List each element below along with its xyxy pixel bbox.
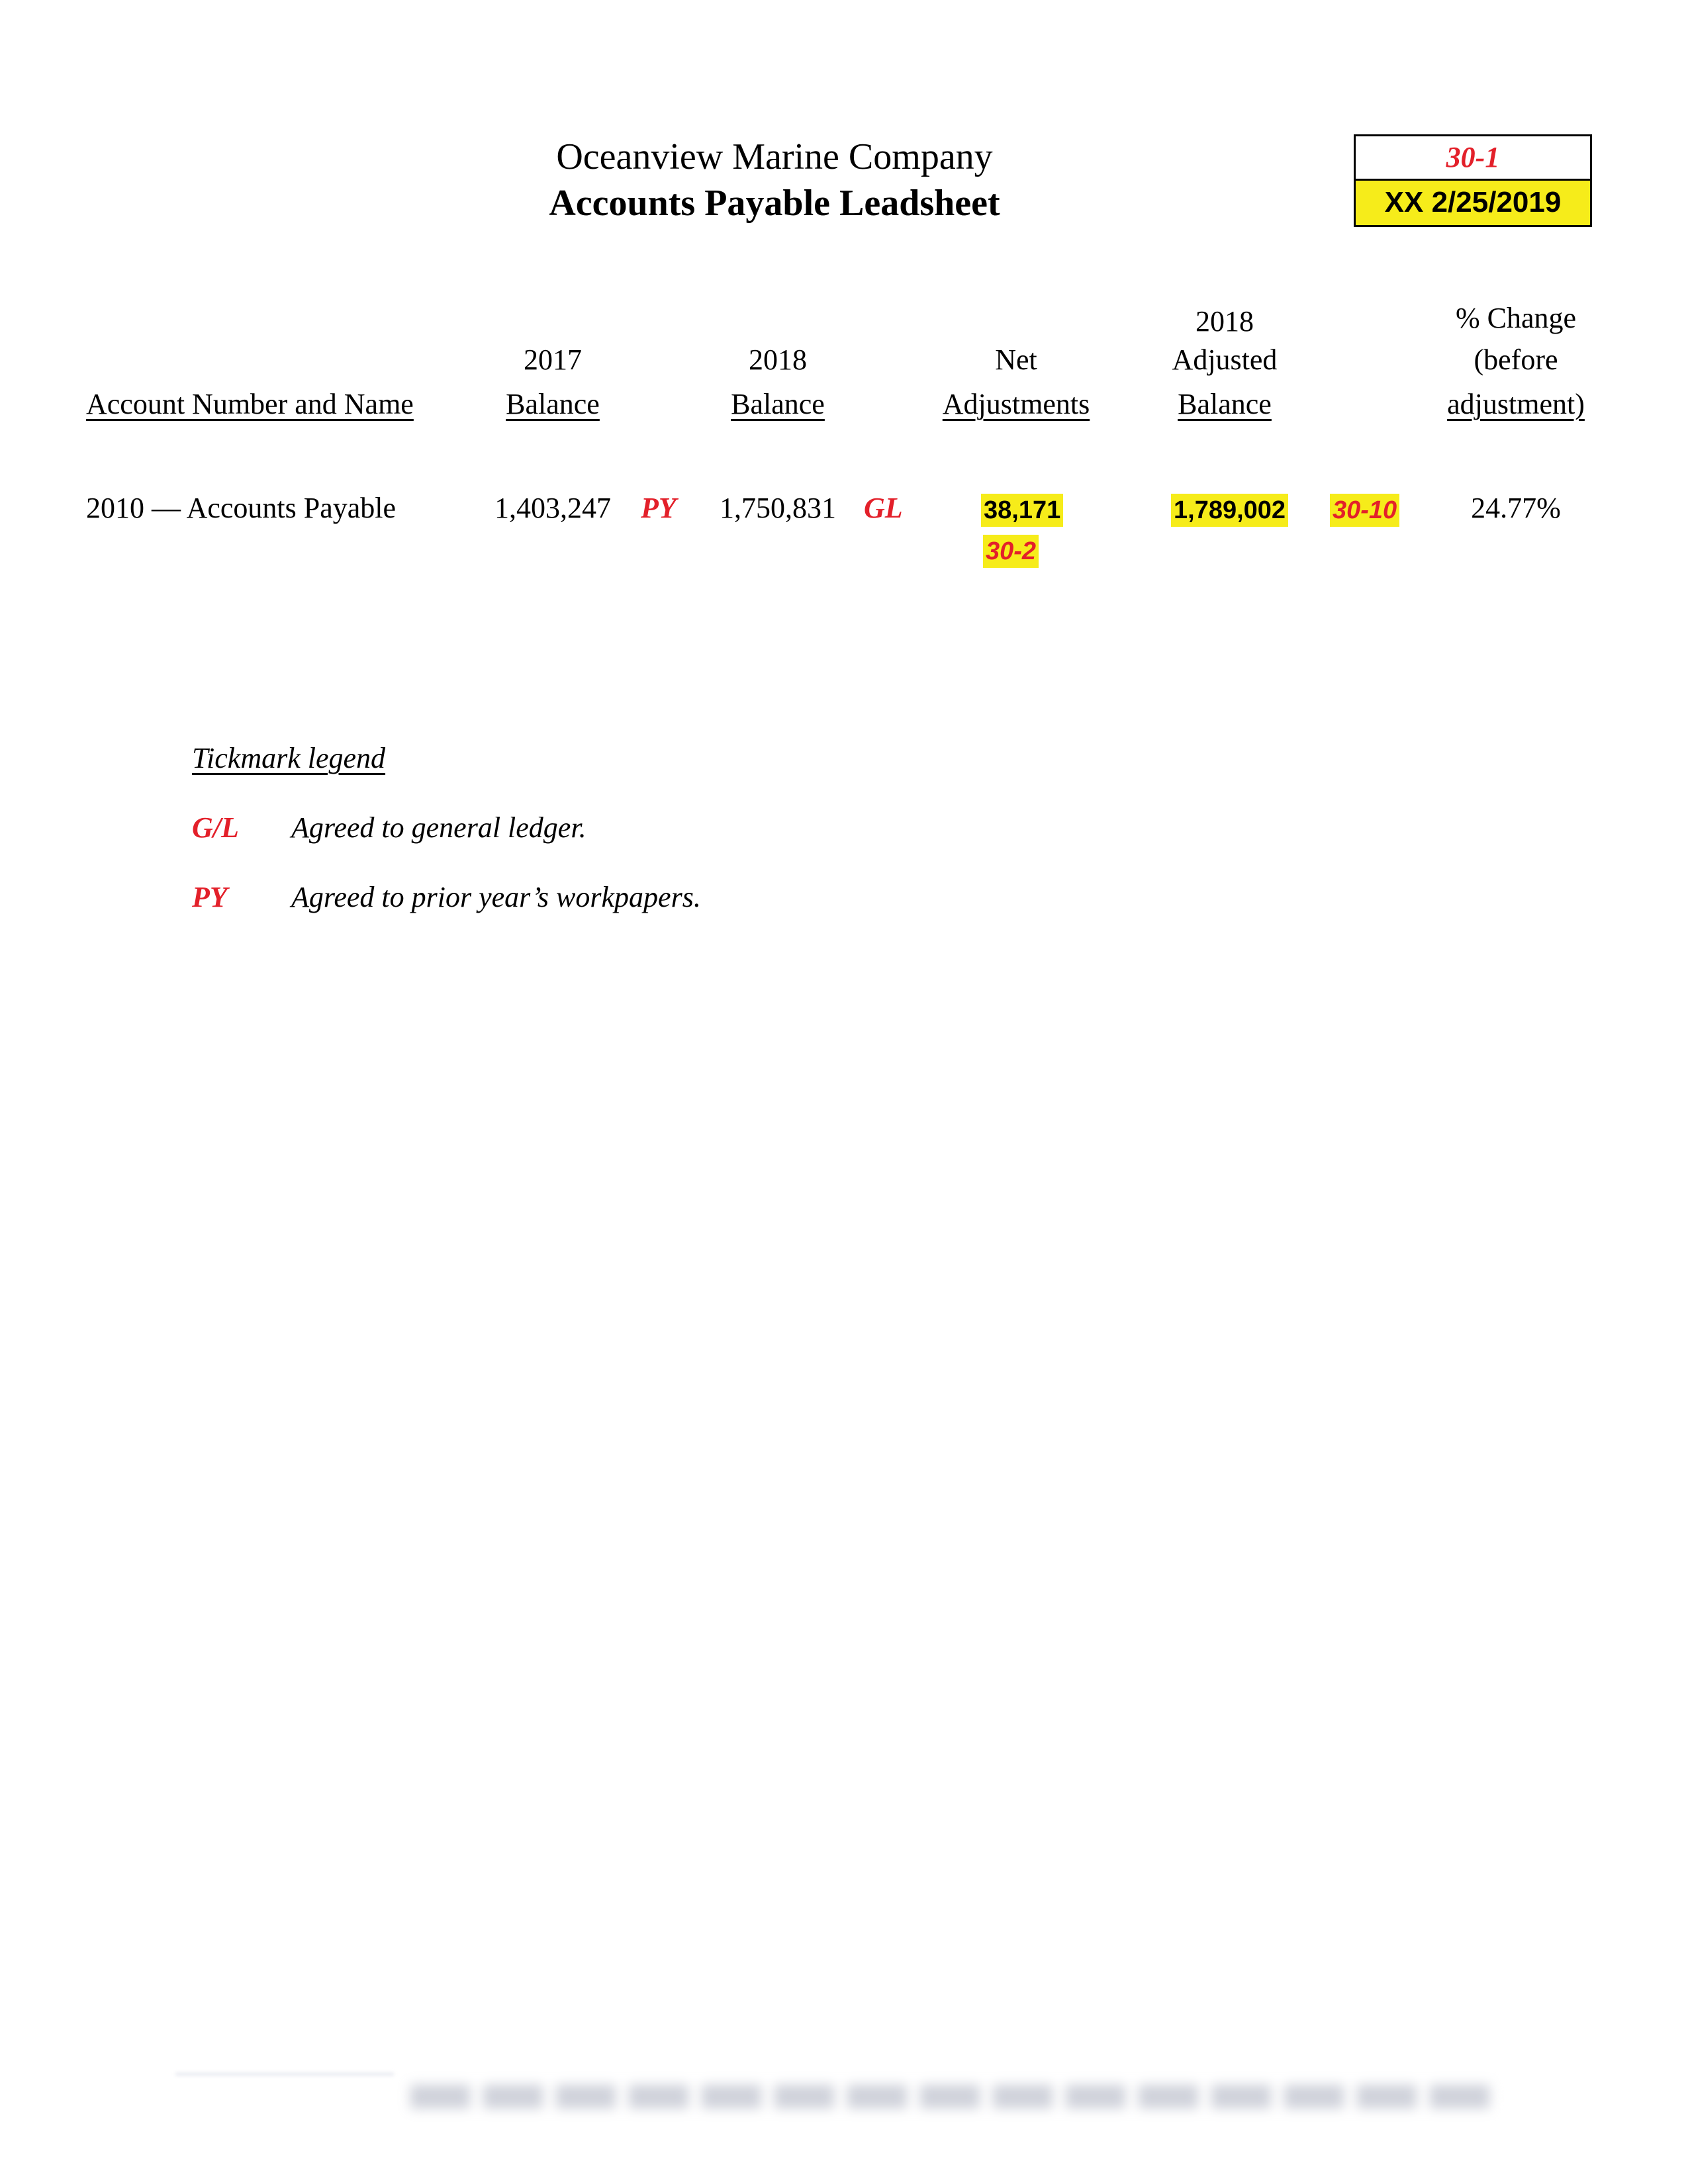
- account-name: 2010 — Accounts Payable: [86, 492, 397, 524]
- legend-desc-py: Agreed to prior year’s workpapers.: [291, 881, 701, 913]
- header-net: Net: [995, 343, 1037, 376]
- header-adjusted: Adjusted: [1172, 343, 1278, 376]
- legend-mark-py: PY: [192, 881, 228, 913]
- header-net-adjustments: Adjustments: [942, 388, 1090, 420]
- header-pct-before: (before: [1474, 343, 1558, 376]
- header-2018-balance: Balance: [731, 388, 825, 420]
- header-pct-change: % Change: [1455, 302, 1577, 334]
- net-adjustments-workpaper-ref: 30-2: [983, 535, 1039, 568]
- page-title: Accounts Payable Leadsheet: [549, 183, 1000, 224]
- footer-rule: [175, 2073, 394, 2075]
- legend-mark-gl: G/L: [192, 811, 239, 844]
- tickmark-legend-title: Tickmark legend: [192, 742, 386, 774]
- net-adjustments-value: 38,171: [981, 494, 1064, 527]
- header-adjusted-year: 2018: [1196, 305, 1254, 338]
- tickmark-py: PY: [641, 492, 677, 524]
- header-2017-balance: Balance: [506, 388, 600, 420]
- pct-change-value: 24.77%: [1471, 492, 1561, 524]
- header-pct-adjustment: adjustment): [1447, 388, 1585, 420]
- header-2017-year: 2017: [524, 343, 582, 376]
- company-name: Oceanview Marine Company: [556, 136, 993, 177]
- preparer-signoff-date: XX 2/25/2019: [1356, 181, 1590, 225]
- adjusted-balance-2018: 1,789,002: [1171, 494, 1289, 527]
- header-2018-year: 2018: [749, 343, 807, 376]
- workpaper-reference-box: 30-1 XX 2/25/2019: [1354, 134, 1592, 227]
- workpaper-reference: 30-1: [1356, 136, 1590, 181]
- footer-blurred-text: [410, 2085, 1503, 2109]
- balance-2018: 1,750,831: [720, 492, 836, 524]
- legend-desc-gl: Agreed to general ledger.: [291, 811, 586, 844]
- header-adjusted-balance: Balance: [1178, 388, 1272, 420]
- balance-2017: 1,403,247: [494, 492, 611, 524]
- tickmark-gl: GL: [864, 492, 903, 524]
- adjusted-balance-workpaper-ref: 30-10: [1330, 494, 1400, 527]
- header-account-number-name: Account Number and Name: [86, 388, 414, 420]
